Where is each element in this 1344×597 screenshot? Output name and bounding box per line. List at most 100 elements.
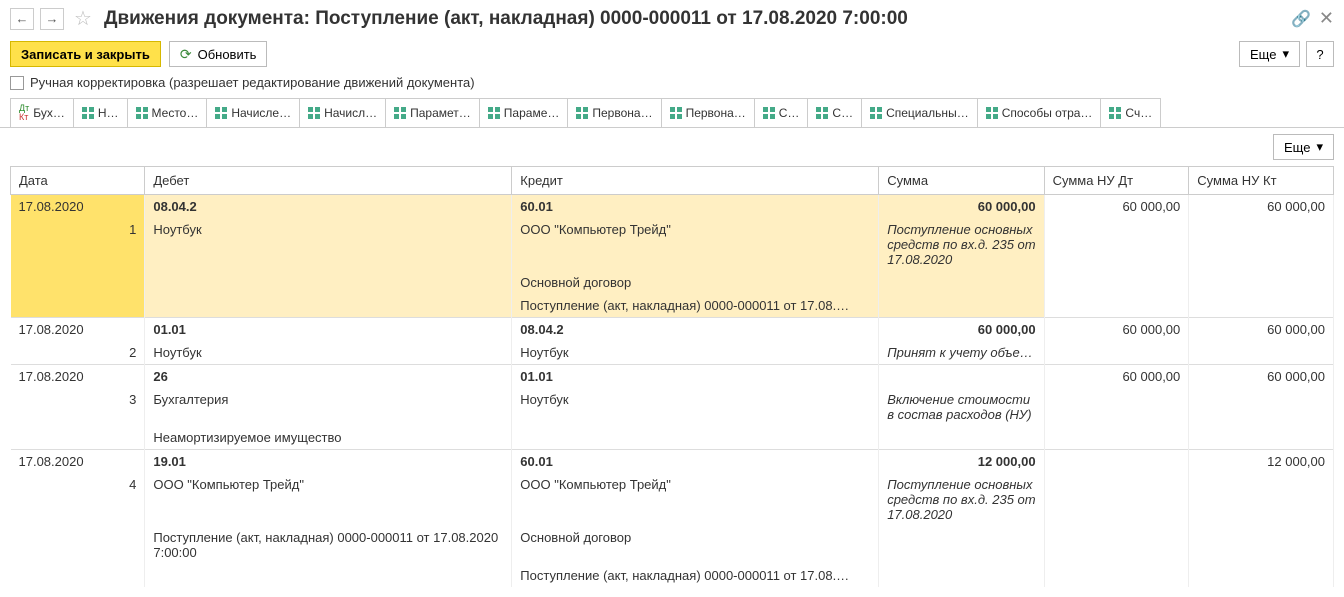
cell-debit-line: ООО "Компьютер Трейд" [145, 473, 512, 526]
cell-date: 17.08.2020 [11, 195, 145, 219]
cell-debit-line [145, 564, 512, 587]
cell-nud: 60 000,00 [1044, 365, 1189, 389]
cell-credit-line: Ноутбук [512, 341, 879, 365]
grid-icon [870, 107, 882, 119]
cell-credit-line: Основной договор [512, 271, 879, 294]
more-button-top[interactable]: Еще ▾ [1239, 41, 1300, 67]
tab-6[interactable]: Параме… [479, 98, 569, 127]
tab-11[interactable]: Специальны… [861, 98, 978, 127]
tab-1[interactable]: Н… [73, 98, 128, 127]
cell-rownum: 3 [11, 388, 145, 426]
cell-date: 17.08.2020 [11, 450, 145, 474]
col-debit[interactable]: Дебет [145, 167, 512, 195]
refresh-icon: ⟳ [180, 46, 192, 63]
grid-icon [670, 107, 682, 119]
col-nuk[interactable]: Сумма НУ Кт [1189, 167, 1334, 195]
cell-sum [879, 365, 1044, 389]
col-credit[interactable]: Кредит [512, 167, 879, 195]
grid-icon [986, 107, 998, 119]
tab-5[interactable]: Парамет… [385, 98, 480, 127]
cell-credit-acc: 60.01 [512, 195, 879, 219]
col-sum[interactable]: Сумма [879, 167, 1044, 195]
cell-nud [1044, 450, 1189, 474]
cell-comment: Поступление основных средств по вх.д. 23… [879, 218, 1044, 271]
tab-10[interactable]: С… [807, 98, 862, 127]
grid-icon [1109, 107, 1121, 119]
grid-icon [763, 107, 775, 119]
cell-credit-acc: 60.01 [512, 450, 879, 474]
table-row[interactable]: 2НоутбукНоутбукПринят к учету объе… [11, 341, 1334, 365]
grid-icon [215, 107, 227, 119]
forward-button[interactable]: → [40, 8, 64, 30]
refresh-button[interactable]: ⟳ Обновить [169, 41, 268, 67]
tab-13[interactable]: Сч… [1100, 98, 1161, 127]
grid-icon [488, 107, 500, 119]
cell-sum: 12 000,00 [879, 450, 1044, 474]
cell-nuk: 60 000,00 [1189, 195, 1334, 219]
table-row[interactable]: 17.08.202019.0160.0112 000,0012 000,00 [11, 450, 1334, 474]
movements-table: Дата Дебет Кредит Сумма Сумма НУ Дт Сумм… [10, 166, 1334, 587]
tab-3[interactable]: Начисле… [206, 98, 300, 127]
tab-9[interactable]: С… [754, 98, 809, 127]
table-row[interactable]: 1НоутбукООО "Компьютер Трейд"Поступление… [11, 218, 1334, 271]
cell-debit-acc: 08.04.2 [145, 195, 512, 219]
table-row[interactable]: Поступление (акт, накладная) 0000-000011… [11, 564, 1334, 587]
cell-rownum: 2 [11, 341, 145, 365]
cell-debit-acc: 19.01 [145, 450, 512, 474]
tabstrip: ДтКтБух…Н…Место…Начисле…Начисл…Парамет…П… [0, 98, 1344, 128]
grid-icon [308, 107, 320, 119]
grid-icon [394, 107, 406, 119]
back-button[interactable]: ← [10, 8, 34, 30]
cell-credit-line: ООО "Компьютер Трейд" [512, 473, 879, 526]
cell-debit-line: Поступление (акт, накладная) 0000-000011… [145, 526, 512, 564]
tab-12[interactable]: Способы отра… [977, 98, 1102, 127]
cell-comment: Поступление основных средств по вх.д. 23… [879, 473, 1044, 526]
col-date[interactable]: Дата [11, 167, 145, 195]
tab-2[interactable]: Место… [127, 98, 208, 127]
table-row[interactable]: Поступление (акт, накладная) 0000-000011… [11, 294, 1334, 318]
favorite-icon[interactable]: ☆ [74, 6, 92, 31]
cell-credit-line: Поступление (акт, накладная) 0000-000011… [512, 564, 879, 587]
manual-edit-checkbox[interactable] [10, 76, 24, 90]
cell-sum: 60 000,00 [879, 195, 1044, 219]
cell-debit-line [145, 294, 512, 318]
tab-8[interactable]: Первона… [661, 98, 755, 127]
cell-debit-line: Неамортизируемое имущество [145, 426, 512, 450]
cell-credit-acc: 08.04.2 [512, 318, 879, 342]
tab-7[interactable]: Первона… [567, 98, 661, 127]
table-row[interactable]: 17.08.20202601.0160 000,0060 000,00 [11, 365, 1334, 389]
cell-rownum: 1 [11, 218, 145, 271]
cell-sum: 60 000,00 [879, 318, 1044, 342]
table-row[interactable]: 4ООО "Компьютер Трейд"ООО "Компьютер Тре… [11, 473, 1334, 526]
close-icon[interactable]: ✕ [1319, 8, 1334, 29]
page-title: Движения документа: Поступление (акт, на… [104, 8, 908, 30]
link-icon[interactable]: 🔗 [1291, 9, 1311, 29]
col-nud[interactable]: Сумма НУ Дт [1044, 167, 1189, 195]
cell-date: 17.08.2020 [11, 365, 145, 389]
tab-0[interactable]: ДтКтБух… [10, 98, 74, 127]
cell-comment: Принят к учету объе… [879, 341, 1044, 365]
cell-debit-line [145, 271, 512, 294]
cell-rownum: 4 [11, 473, 145, 526]
more-button-grid[interactable]: Еще ▾ [1273, 134, 1334, 160]
tab-4[interactable]: Начисл… [299, 98, 386, 127]
save-close-label: Записать и закрыть [21, 47, 150, 62]
cell-comment: Включение стоимости в состав расходов (Н… [879, 388, 1044, 426]
table-row[interactable]: 17.08.202008.04.260.0160 000,0060 000,00… [11, 195, 1334, 219]
cell-debit-line: Ноутбук [145, 341, 512, 365]
cell-credit-acc: 01.01 [512, 365, 879, 389]
cell-credit-line: Поступление (акт, накладная) 0000-000011… [512, 294, 879, 318]
help-button[interactable]: ? [1306, 41, 1334, 67]
grid-icon [576, 107, 588, 119]
refresh-label: Обновить [198, 47, 257, 62]
cell-nuk: 60 000,00 [1189, 318, 1334, 342]
table-row[interactable]: Неамортизируемое имущество [11, 426, 1334, 450]
cell-debit-line: Ноутбук [145, 218, 512, 271]
cell-credit-line: Ноутбук [512, 388, 879, 426]
table-row[interactable]: Основной договор [11, 271, 1334, 294]
table-row[interactable]: Поступление (акт, накладная) 0000-000011… [11, 526, 1334, 564]
save-close-button[interactable]: Записать и закрыть [10, 41, 161, 67]
table-row[interactable]: 17.08.202001.0108.04.260 000,0060 000,00… [11, 318, 1334, 342]
table-row[interactable]: 3БухгалтерияНоутбукВключение стоимости в… [11, 388, 1334, 426]
dtkt-icon: ДтКт [19, 104, 29, 122]
